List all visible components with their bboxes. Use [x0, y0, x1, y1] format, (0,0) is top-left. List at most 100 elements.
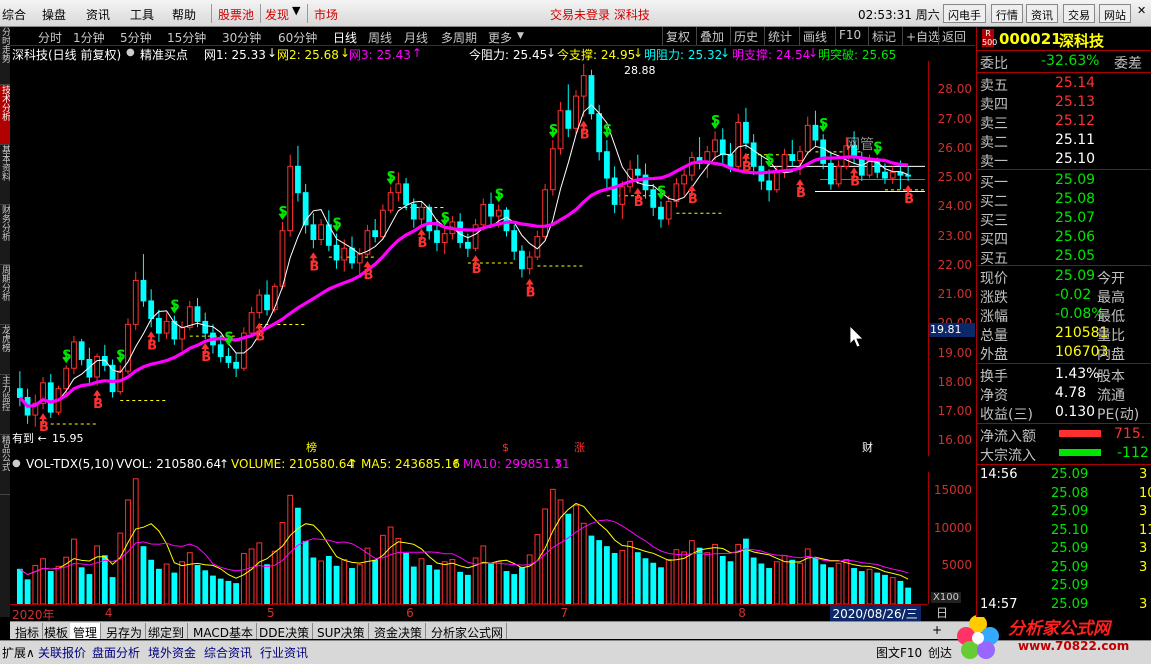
tab-绑定到[interactable]: 绑定到	[145, 623, 189, 640]
ask-row[interactable]: 卖五 25.14	[977, 74, 1151, 94]
volume-chart[interactable]	[10, 472, 927, 604]
tab-管理[interactable]: 管理	[70, 623, 102, 640]
tab-另存为[interactable]: 另存为	[103, 623, 147, 640]
stat-row[interactable]: 涨幅 -0.08% 最低	[977, 305, 1151, 325]
menu-item-市场[interactable]: 市场	[314, 6, 338, 23]
side-tab-龙虎榜[interactable]: 龙虎榜	[0, 325, 10, 375]
stats-button[interactable]: 统计	[764, 27, 795, 45]
chevron-down-icon[interactable]: ▼	[517, 31, 524, 41]
price-chart[interactable]: BSBSBSBSBSBSBSBSBSBSBSBSBSBSBSBSB 28.88 …	[10, 61, 927, 456]
flash-trader-button[interactable]: 闪电手	[943, 4, 986, 23]
volume-bar-up	[526, 554, 533, 604]
stat-row[interactable]: 外盘 106703 内盘	[977, 343, 1151, 363]
quote-button[interactable]: 行情	[991, 4, 1023, 23]
add-watchlist-button[interactable]: +自选	[902, 27, 943, 45]
status-图文F10[interactable]: 图文F10	[876, 644, 922, 661]
status-扩展[interactable]: 扩展∧	[2, 644, 35, 661]
period-5分钟[interactable]: 5分钟	[120, 29, 152, 46]
tab-指标[interactable]: 指标	[12, 623, 44, 640]
tick-row: 14:56 25.09 3	[977, 467, 1151, 485]
period-月线[interactable]: 月线	[404, 29, 428, 46]
add-tab-icon[interactable]: +	[932, 623, 942, 637]
period-15分钟[interactable]: 15分钟	[167, 29, 206, 46]
side-tab-周期分析[interactable]: 周期分析	[0, 265, 10, 325]
back-button[interactable]: 返回	[938, 27, 969, 45]
side-tab-分时走势[interactable]: 分时走势	[0, 27, 10, 85]
status-关联报价[interactable]: 关联报价	[38, 644, 86, 661]
tab-分析家公式网[interactable]: 分析家公式网	[428, 623, 508, 640]
menu-item-发现[interactable]: 发现	[265, 6, 289, 23]
menu-item-资讯[interactable]: 资讯	[86, 6, 110, 23]
trade-login-status[interactable]: 交易未登录 深科技	[550, 6, 650, 23]
event-label-涨[interactable]: 涨	[574, 441, 585, 454]
news-button[interactable]: 资讯	[1026, 4, 1058, 23]
status-行业资讯[interactable]: 行业资讯	[260, 644, 308, 661]
stat-row[interactable]: 现价 25.09 今开	[977, 267, 1151, 287]
bid-row[interactable]: 买一 25.09	[977, 171, 1151, 191]
close-icon[interactable]: ✕	[1137, 4, 1146, 17]
ask-row[interactable]: 卖二 25.11	[977, 131, 1151, 151]
stat-row[interactable]: 换手 1.43% 股本	[977, 365, 1151, 385]
period-多周期[interactable]: 多周期	[441, 29, 477, 46]
tab-模板[interactable]: 模板	[41, 623, 73, 640]
stat-label2: 最高	[1097, 290, 1125, 306]
website-button[interactable]: 网站	[1099, 4, 1131, 23]
event-label-dollar[interactable]: $	[502, 441, 509, 454]
side-tab-财务分析[interactable]: 财务分析	[0, 205, 10, 265]
period-周线[interactable]: 周线	[368, 29, 392, 46]
menu-item-帮助[interactable]: 帮助	[172, 6, 196, 23]
period-分时[interactable]: 分时	[38, 29, 62, 46]
menu-item-工具[interactable]: 工具	[130, 6, 154, 23]
status-盘面分析[interactable]: 盘面分析	[92, 644, 140, 661]
stat-row[interactable]: 总量 210581 量比	[977, 324, 1151, 344]
ask-price: 25.13	[1055, 94, 1096, 110]
trade-button[interactable]: 交易	[1063, 4, 1095, 23]
period-60分钟[interactable]: 60分钟	[278, 29, 317, 46]
ask-price: 25.12	[1055, 113, 1096, 129]
tab-sup[interactable]: SUP决策	[314, 623, 369, 640]
ask-row[interactable]: 卖一 25.10	[977, 150, 1151, 170]
menu-item-综合[interactable]: 综合	[2, 6, 26, 23]
tab-dde[interactable]: DDE决策	[256, 623, 314, 640]
period-日线[interactable]: 日线	[333, 29, 357, 46]
event-label-榜[interactable]: 榜	[306, 440, 317, 454]
indicator-toggle-icon[interactable]: ●	[12, 458, 21, 469]
stat-row[interactable]: 净资 4.78 流通	[977, 384, 1151, 404]
side-tab-基本资料[interactable]: 基本资料	[0, 145, 10, 205]
mark-button[interactable]: 标记	[868, 27, 899, 45]
stock-name[interactable]: 深科技	[1059, 30, 1104, 51]
status-综合资讯[interactable]: 综合资讯	[204, 644, 252, 661]
bid-row[interactable]: 买二 25.08	[977, 190, 1151, 210]
vol-indicator-name[interactable]: VOL-TDX(5,10)	[26, 457, 114, 471]
bid-row[interactable]: 买四 25.06	[977, 228, 1151, 248]
period-30分钟[interactable]: 30分钟	[222, 29, 261, 46]
menu-item-股票池[interactable]: 股票池	[218, 6, 254, 23]
bid-row[interactable]: 买五 25.05	[977, 247, 1151, 267]
side-tab-精品公式[interactable]: 精品公式	[0, 435, 10, 495]
stat-row[interactable]: 收益(三) 0.130 PE(动)	[977, 403, 1151, 423]
overlay-button[interactable]: 叠加	[696, 27, 727, 45]
status-创达[interactable]: 创达	[928, 644, 952, 661]
indicator-toggle-icon[interactable]: ●	[126, 47, 135, 58]
side-tab-技术分析[interactable]: 技术分析	[0, 85, 10, 145]
bid-row[interactable]: 买三 25.07	[977, 209, 1151, 229]
draw-line-button[interactable]: 画线	[799, 27, 830, 45]
stat-row[interactable]: 涨跌 -0.02 最高	[977, 286, 1151, 306]
ask-row[interactable]: 卖四 25.13	[977, 93, 1151, 113]
period-1分钟[interactable]: 1分钟	[73, 29, 105, 46]
status-境外资金[interactable]: 境外资金	[148, 644, 196, 661]
f10-button[interactable]: F10	[835, 27, 864, 45]
menu-item-操盘[interactable]: 操盘	[42, 6, 66, 23]
period-更多[interactable]: 更多	[488, 29, 512, 46]
tab-资金决策[interactable]: 资金决策	[371, 623, 427, 640]
tab-macd[interactable]: MACD基本	[190, 623, 257, 640]
side-tab-主力监控[interactable]: 主力监控	[0, 375, 10, 435]
stock-code[interactable]: 000021	[999, 30, 1062, 48]
event-label-财[interactable]: 财	[862, 440, 873, 454]
chevron-down-icon[interactable]: ▼	[292, 4, 300, 17]
price-tick: 26.00	[937, 140, 972, 155]
ask-row[interactable]: 卖三 25.12	[977, 112, 1151, 132]
flow-in-row: 净流入额 715.	[977, 425, 1151, 445]
history-button[interactable]: 历史	[730, 27, 761, 45]
fuquan-button[interactable]: 复权	[662, 27, 693, 45]
